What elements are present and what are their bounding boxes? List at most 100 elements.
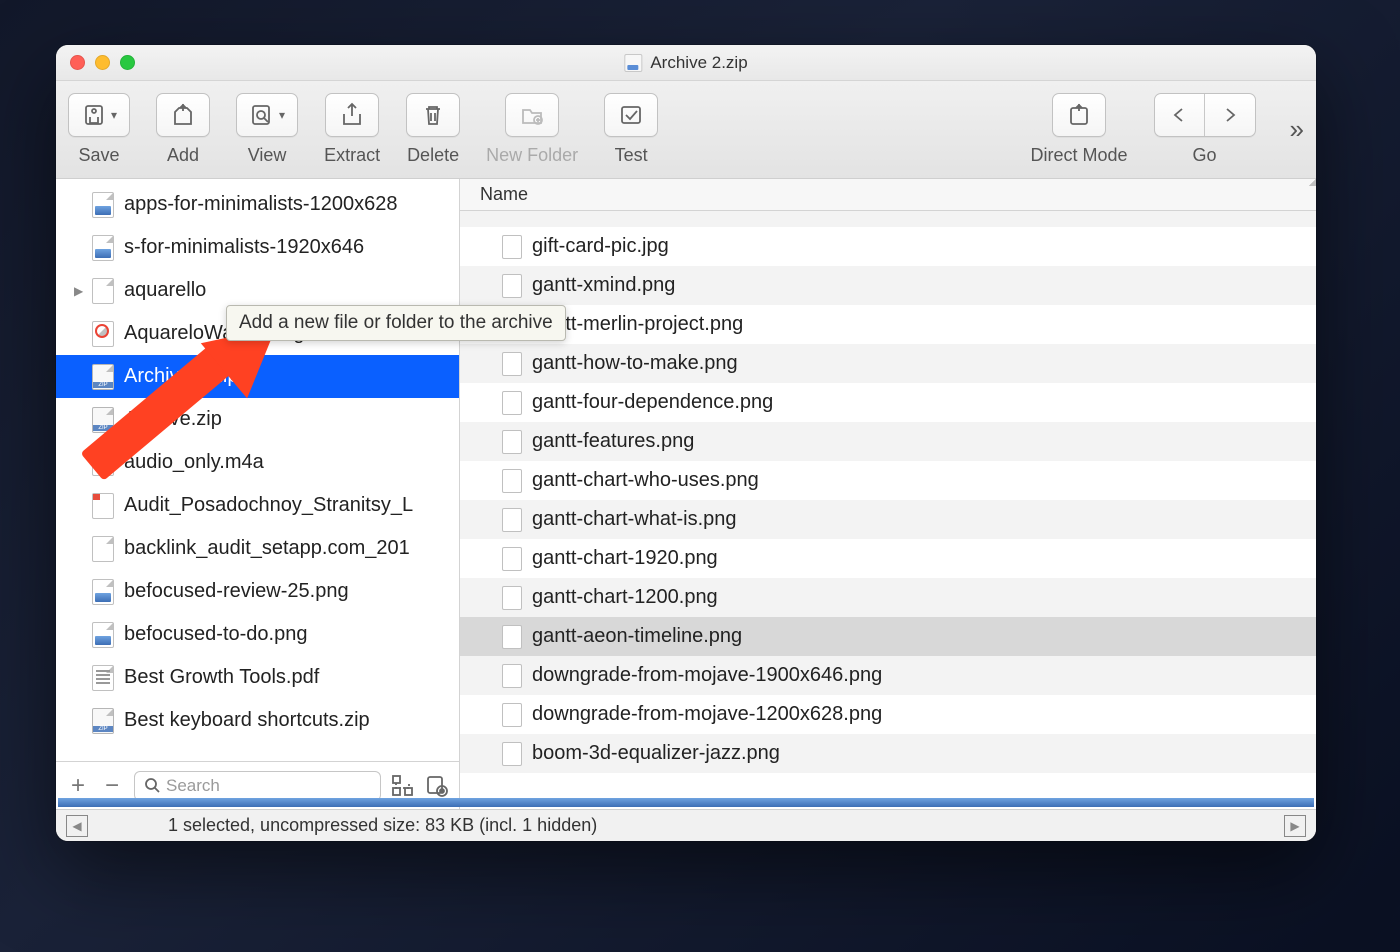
list-item[interactable]: gantt-xmind.png xyxy=(460,266,1316,305)
file-name: Archive 2.zip xyxy=(124,365,239,388)
list-item[interactable]: gantt-aeon-timeline.png xyxy=(460,617,1316,656)
column-header-name[interactable]: Name xyxy=(460,179,1316,211)
list-item[interactable]: gantt-chart-what-is.png xyxy=(460,500,1316,539)
add-label: Add xyxy=(167,145,199,166)
sidebar-item[interactable]: backlink_audit_setapp.com_201 xyxy=(56,527,459,570)
go-label: Go xyxy=(1193,145,1217,166)
disclosure-triangle-icon[interactable]: ▶ xyxy=(74,284,86,298)
sidebar-item[interactable]: Best keyboard shortcuts.zip xyxy=(56,699,459,742)
search-input[interactable]: Search xyxy=(134,771,381,801)
file-icon xyxy=(92,364,114,390)
window-title: Archive 2.zip xyxy=(624,53,747,73)
list-item[interactable]: gantt-chart-1200.png xyxy=(460,578,1316,617)
toolbar-overflow-button[interactable]: » xyxy=(1290,114,1304,145)
sidebar-item[interactable]: Audit_Posadochnoy_Stranitsy_L xyxy=(56,484,459,527)
list-item[interactable]: gantt-features.png xyxy=(460,422,1316,461)
extract-icon xyxy=(339,102,365,128)
file-icon xyxy=(92,278,114,304)
status-left-button[interactable]: ◀ xyxy=(66,815,88,837)
close-window-button[interactable] xyxy=(70,55,85,70)
minimize-window-button[interactable] xyxy=(95,55,110,70)
file-icon xyxy=(92,321,114,347)
file-name: gantt-chart-1920.png xyxy=(532,547,718,570)
sidebar-item[interactable]: Archive.zip xyxy=(56,398,459,441)
file-icon xyxy=(92,407,114,433)
extract-label: Extract xyxy=(324,145,380,166)
sidebar-item[interactable]: s-for-minimalists-1920x646 xyxy=(56,226,459,269)
file-name: audio_only.m4a xyxy=(124,451,264,474)
file-name: aquarello xyxy=(124,279,206,302)
archive-contents-list[interactable]: gift-card-pic.jpg gantt-xmind.png gantt-me… xyxy=(460,211,1316,809)
list-item[interactable]: downgrade-from-mojave-1900x646.png xyxy=(460,656,1316,695)
save-icon xyxy=(81,102,107,128)
view-label: View xyxy=(248,145,287,166)
extract-button[interactable] xyxy=(325,93,379,137)
sidebar-item[interactable]: Best Growth Tools.pdf xyxy=(56,656,459,699)
add-icon xyxy=(170,102,196,128)
save-button[interactable]: ▾ xyxy=(68,93,130,137)
file-name: gantt-how-to-make.png xyxy=(532,352,738,375)
file-name: downgrade-from-mojave-1200x628.png xyxy=(532,703,882,726)
list-item[interactable]: gantt-chart-who-uses.png xyxy=(460,461,1316,500)
archive-icon xyxy=(624,54,642,72)
file-icon xyxy=(502,625,522,649)
sidebar-item[interactable]: apps-for-minimalists-1200x628 xyxy=(56,183,459,226)
test-button[interactable] xyxy=(604,93,658,137)
direct-mode-button[interactable] xyxy=(1052,93,1106,137)
new-folder-button[interactable] xyxy=(505,93,559,137)
go-forward-button[interactable] xyxy=(1205,94,1255,136)
file-name: Best keyboard shortcuts.zip xyxy=(124,709,370,732)
file-name: Best Growth Tools.pdf xyxy=(124,666,319,689)
folder-plus-icon xyxy=(519,102,545,128)
file-icon xyxy=(502,235,522,259)
sidebar-file-list[interactable]: apps-for-minimalists-1200x628s-for-minim… xyxy=(56,179,459,761)
titlebar: Archive 2.zip xyxy=(56,45,1316,81)
add-item-button[interactable]: + xyxy=(66,772,90,800)
file-name: gantt-aeon-timeline.png xyxy=(532,625,742,648)
view-button[interactable]: ▾ xyxy=(236,93,298,137)
file-icon xyxy=(502,547,522,571)
list-item[interactable]: downgrade-from-mojave-1200x628.png xyxy=(460,695,1316,734)
list-item[interactable]: gift-card-pic.jpg xyxy=(460,227,1316,266)
zoom-window-button[interactable] xyxy=(120,55,135,70)
chevron-right-icon xyxy=(1221,106,1239,124)
sidebar-item[interactable]: befocused-to-do.png xyxy=(56,613,459,656)
file-name: gantt-xmind.png xyxy=(532,274,675,297)
sidebar-item[interactable]: befocused-review-25.png xyxy=(56,570,459,613)
file-icon xyxy=(502,703,522,727)
file-icon xyxy=(92,622,114,648)
file-name: befocused-review-25.png xyxy=(124,580,349,603)
go-back-button[interactable] xyxy=(1155,94,1205,136)
preview-icon[interactable] xyxy=(425,774,449,798)
file-icon xyxy=(502,586,522,610)
list-item[interactable]: gantt-four-dependence.png xyxy=(460,383,1316,422)
file-name: Audit_Posadochnoy_Stranitsy_L xyxy=(124,494,413,517)
add-button[interactable] xyxy=(156,93,210,137)
file-name: gantt-chart-1200.png xyxy=(532,586,718,609)
list-item[interactable]: gantt-merlin-project.png xyxy=(460,305,1316,344)
file-name: befocused-to-do.png xyxy=(124,623,307,646)
file-icon xyxy=(92,536,114,562)
toolbar: ▾ Save Add ▾ View Extract xyxy=(56,81,1316,179)
file-name: gantt-chart-who-uses.png xyxy=(532,469,759,492)
hierarchy-icon[interactable] xyxy=(391,774,415,798)
file-icon xyxy=(502,742,522,766)
chevron-down-icon: ▾ xyxy=(111,108,117,122)
sidebar-item[interactable]: audio_only.m4a xyxy=(56,441,459,484)
status-right-button[interactable]: ▶ xyxy=(1284,815,1306,837)
file-icon xyxy=(92,235,114,261)
list-item[interactable]: boom-3d-equalizer-jazz.png xyxy=(460,734,1316,773)
direct-label: Direct Mode xyxy=(1031,145,1128,166)
save-label: Save xyxy=(79,145,120,166)
file-icon xyxy=(92,708,114,734)
file-icon xyxy=(502,391,522,415)
list-item[interactable]: gantt-chart-1920.png xyxy=(460,539,1316,578)
sidebar-item[interactable]: Archive 2.zip xyxy=(56,355,459,398)
file-icon xyxy=(92,579,114,605)
trash-icon xyxy=(420,102,446,128)
delete-button[interactable] xyxy=(406,93,460,137)
search-placeholder: Search xyxy=(166,776,220,796)
remove-item-button[interactable]: − xyxy=(100,772,124,800)
file-name: Archive.zip xyxy=(124,408,222,431)
list-item[interactable]: gantt-how-to-make.png xyxy=(460,344,1316,383)
